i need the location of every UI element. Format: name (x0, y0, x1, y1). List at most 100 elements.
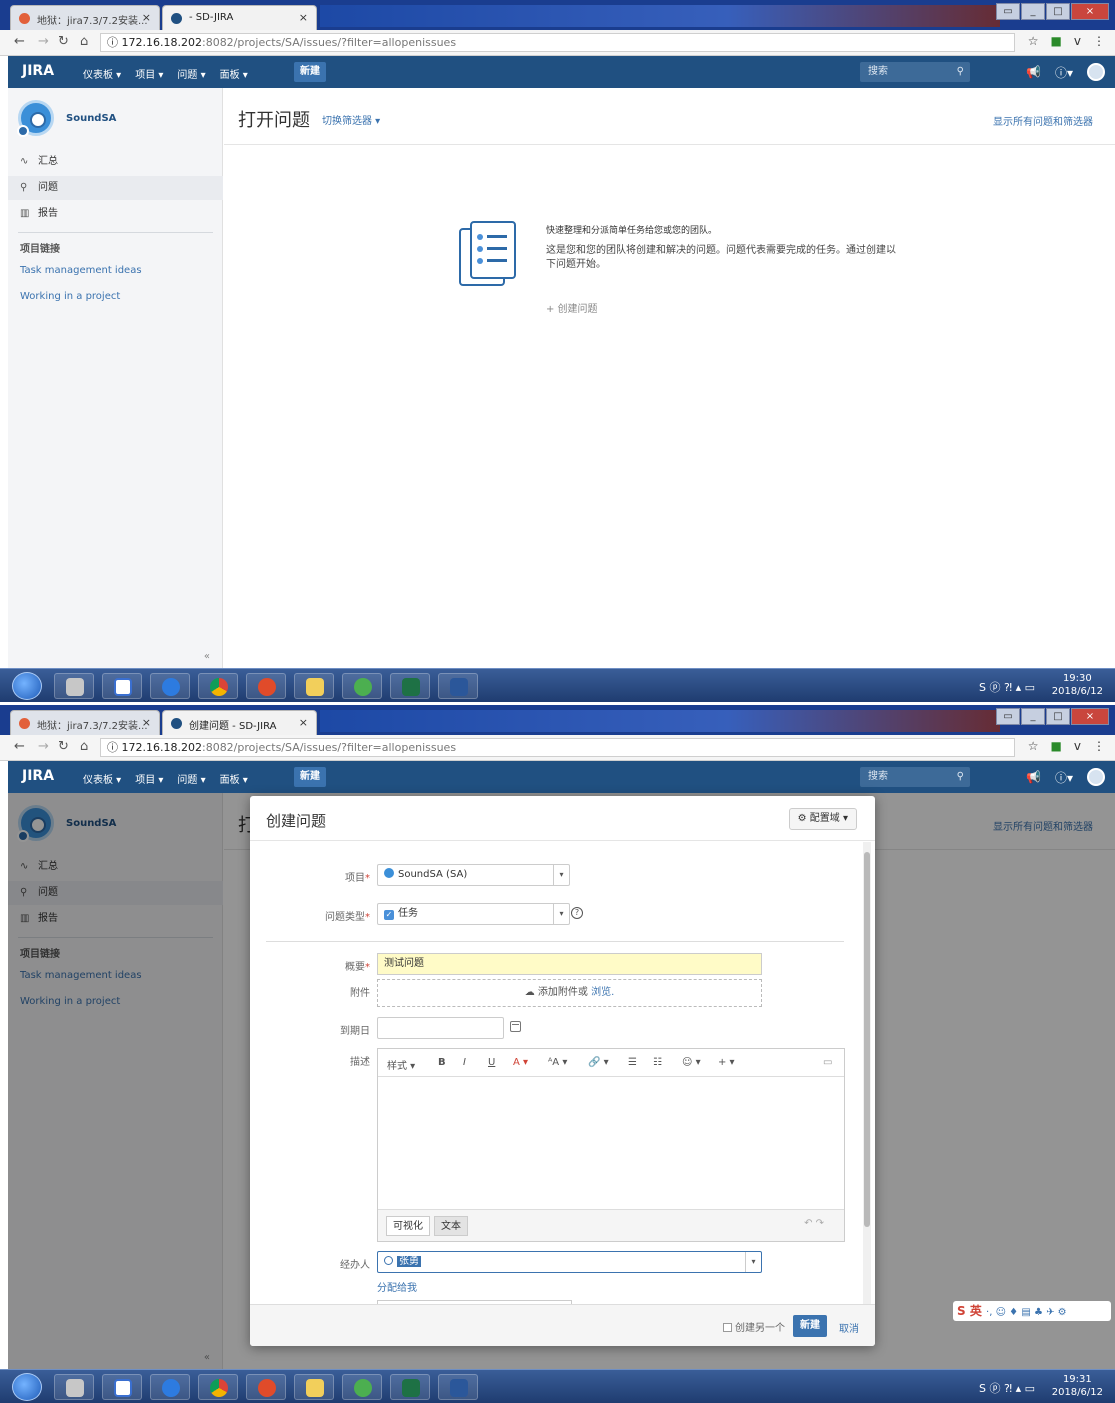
taskbar-app-5[interactable] (246, 1374, 286, 1400)
tab-visual[interactable]: 可视化 (386, 1216, 430, 1236)
menu-icon[interactable]: ⋮ (1093, 739, 1105, 753)
project-select[interactable]: SoundSA (SA) ▾ (377, 864, 570, 886)
calendar-icon[interactable] (510, 1021, 521, 1032)
jira-logo[interactable]: JIRA (22, 63, 54, 79)
user-avatar[interactable] (1087, 63, 1105, 81)
system-tray[interactable]: S ⓟ ⁈ ▴ ▭ (979, 1380, 1035, 1396)
close-window-icon[interactable]: × (1071, 3, 1109, 20)
forward-icon[interactable]: → (38, 739, 49, 754)
minimize-window-icon[interactable]: _ (1021, 708, 1045, 725)
browser-tab-1[interactable]: 地狱：jira7.3/7.2安装... × (10, 710, 160, 735)
clock[interactable]: 19:31 2018/6/12 (1052, 1373, 1103, 1399)
sidebar-item-summary[interactable]: ∿ 汇总 (8, 150, 223, 174)
close-tab-icon[interactable]: × (299, 11, 308, 24)
notifications-icon[interactable]: 📢 (1026, 65, 1041, 79)
maximize-window-icon[interactable]: □ (1046, 708, 1070, 725)
extension-v-icon[interactable]: v (1074, 739, 1081, 753)
taskbar-app-3[interactable] (150, 1374, 190, 1400)
link-button[interactable]: 🔗 ▾ (588, 1057, 609, 1068)
taskbar-app-1[interactable] (54, 1374, 94, 1400)
reload-icon[interactable]: ↻ (58, 739, 69, 754)
back-icon[interactable]: ← (14, 34, 25, 49)
forward-icon[interactable]: → (38, 34, 49, 49)
assignee-input[interactable]: 张勇 ▾ (377, 1251, 762, 1273)
submit-create-button[interactable]: 新建 (793, 1315, 827, 1337)
close-window-icon[interactable]: × (1071, 708, 1109, 725)
url-input[interactable]: ⓘ 172.16.18.202:8082/projects/SA/issues/… (100, 738, 1015, 757)
taskbar-app-2[interactable] (102, 673, 142, 699)
taskbar-app-1[interactable] (54, 673, 94, 699)
reload-icon[interactable]: ↻ (58, 34, 69, 49)
ime-toolbar[interactable]: S 英 ·, ☺ ♦ ▤ ♣ ✈ ⚙ (953, 1301, 1111, 1321)
folder-taskbar-icon[interactable] (294, 673, 334, 699)
nav-dashboards[interactable]: 仪表板 ▾ (83, 771, 121, 786)
user-avatar[interactable] (1087, 768, 1105, 786)
attachment-dropzone[interactable]: ☁ 添加附件或 浏览. (377, 979, 762, 1007)
font-size-button[interactable]: ᴬA ▾ (548, 1057, 567, 1068)
numbered-list-button[interactable]: ☷ (653, 1057, 662, 1068)
restore-window-icon[interactable]: ▭ (996, 3, 1020, 20)
help-icon[interactable]: ? (571, 907, 583, 919)
style-dropdown[interactable]: 样式 ▾ (387, 1057, 415, 1072)
menu-icon[interactable]: ⋮ (1093, 34, 1105, 48)
chevron-down-icon[interactable]: ▾ (745, 1252, 761, 1272)
link-working-in-a-project[interactable]: Working in a project (20, 291, 120, 302)
chrome-taskbar-icon[interactable] (198, 1374, 238, 1400)
extension-icon[interactable]: ■ (1051, 34, 1062, 48)
extension-icon[interactable]: ■ (1051, 739, 1062, 753)
browser-tab-2[interactable]: - SD-JIRA × (162, 5, 317, 30)
close-tab-icon[interactable]: × (299, 716, 308, 729)
emoticon-button[interactable]: ☺ ▾ (682, 1057, 701, 1068)
start-button[interactable] (12, 1373, 42, 1401)
close-tab-icon[interactable]: × (142, 716, 151, 729)
chrome-taskbar-icon[interactable] (198, 673, 238, 699)
summary-input[interactable]: 测试问题 (377, 953, 762, 975)
nav-issues[interactable]: 问题 ▾ (177, 771, 205, 786)
assign-to-me-link[interactable]: 分配给我 (377, 1279, 417, 1294)
nav-boards[interactable]: 面板 ▾ (220, 66, 248, 81)
start-button[interactable] (12, 672, 42, 700)
project-name[interactable]: SoundSA (66, 113, 116, 124)
switch-filter-button[interactable]: 切换筛选器 ▾ (322, 112, 380, 127)
create-button[interactable]: 新建 (294, 767, 326, 787)
project-avatar[interactable] (17, 100, 54, 137)
maximize-window-icon[interactable]: □ (1046, 3, 1070, 20)
create-another-checkbox[interactable]: 创建另一个 (723, 1319, 785, 1334)
taskbar-app-7[interactable] (342, 673, 382, 699)
excel-taskbar-icon[interactable] (390, 1374, 430, 1400)
nav-dashboards[interactable]: 仪表板 ▾ (83, 66, 121, 81)
restore-window-icon[interactable]: ▭ (996, 708, 1020, 725)
fullscreen-icon[interactable]: ▭ (823, 1057, 832, 1068)
system-tray[interactable]: S ⓟ ⁈ ▴ ▭ (979, 679, 1035, 695)
word-taskbar-icon[interactable] (438, 673, 478, 699)
word-taskbar-icon[interactable] (438, 1374, 478, 1400)
create-button[interactable]: 新建 (294, 62, 326, 82)
clock[interactable]: 19:30 2018/6/12 (1052, 672, 1103, 698)
sidebar-item-issues[interactable]: ⚲ 问题 (8, 176, 223, 200)
notifications-icon[interactable]: 📢 (1026, 770, 1041, 784)
italic-button[interactable]: I (463, 1057, 466, 1068)
due-date-input[interactable] (377, 1017, 504, 1039)
help-icon[interactable]: ⓘ▾ (1055, 769, 1073, 786)
extension-v-icon[interactable]: v (1074, 34, 1081, 48)
back-icon[interactable]: ← (14, 739, 25, 754)
url-input[interactable]: ⓘ 172.16.18.202:8082/projects/SA/issues/… (100, 33, 1015, 52)
dialog-scrollbar[interactable] (863, 842, 871, 1304)
bullet-list-button[interactable]: ☰ (628, 1057, 637, 1068)
create-issue-link[interactable]: + 创建问题 (546, 300, 598, 315)
underline-button[interactable]: U (488, 1057, 495, 1068)
browser-tab-2[interactable]: 创建问题 - SD-JIRA × (162, 710, 317, 735)
excel-taskbar-icon[interactable] (390, 673, 430, 699)
taskbar-app-5[interactable] (246, 673, 286, 699)
browse-link[interactable]: 浏览. (591, 987, 614, 998)
show-all-issues-link[interactable]: 显示所有问题和筛选器 (993, 113, 1093, 128)
bold-button[interactable]: B (438, 1057, 446, 1068)
nav-projects[interactable]: 项目 ▾ (135, 771, 163, 786)
jira-logo[interactable]: JIRA (22, 768, 54, 784)
browser-tab-1[interactable]: 地狱：jira7.3/7.2安装... × (10, 5, 160, 30)
text-color-button[interactable]: A ▾ (513, 1057, 528, 1068)
undo-redo-icons[interactable]: ↶ ↷ (804, 1218, 824, 1229)
description-textarea[interactable] (378, 1077, 844, 1210)
home-icon[interactable]: ⌂ (80, 34, 88, 49)
close-tab-icon[interactable]: × (142, 11, 151, 24)
